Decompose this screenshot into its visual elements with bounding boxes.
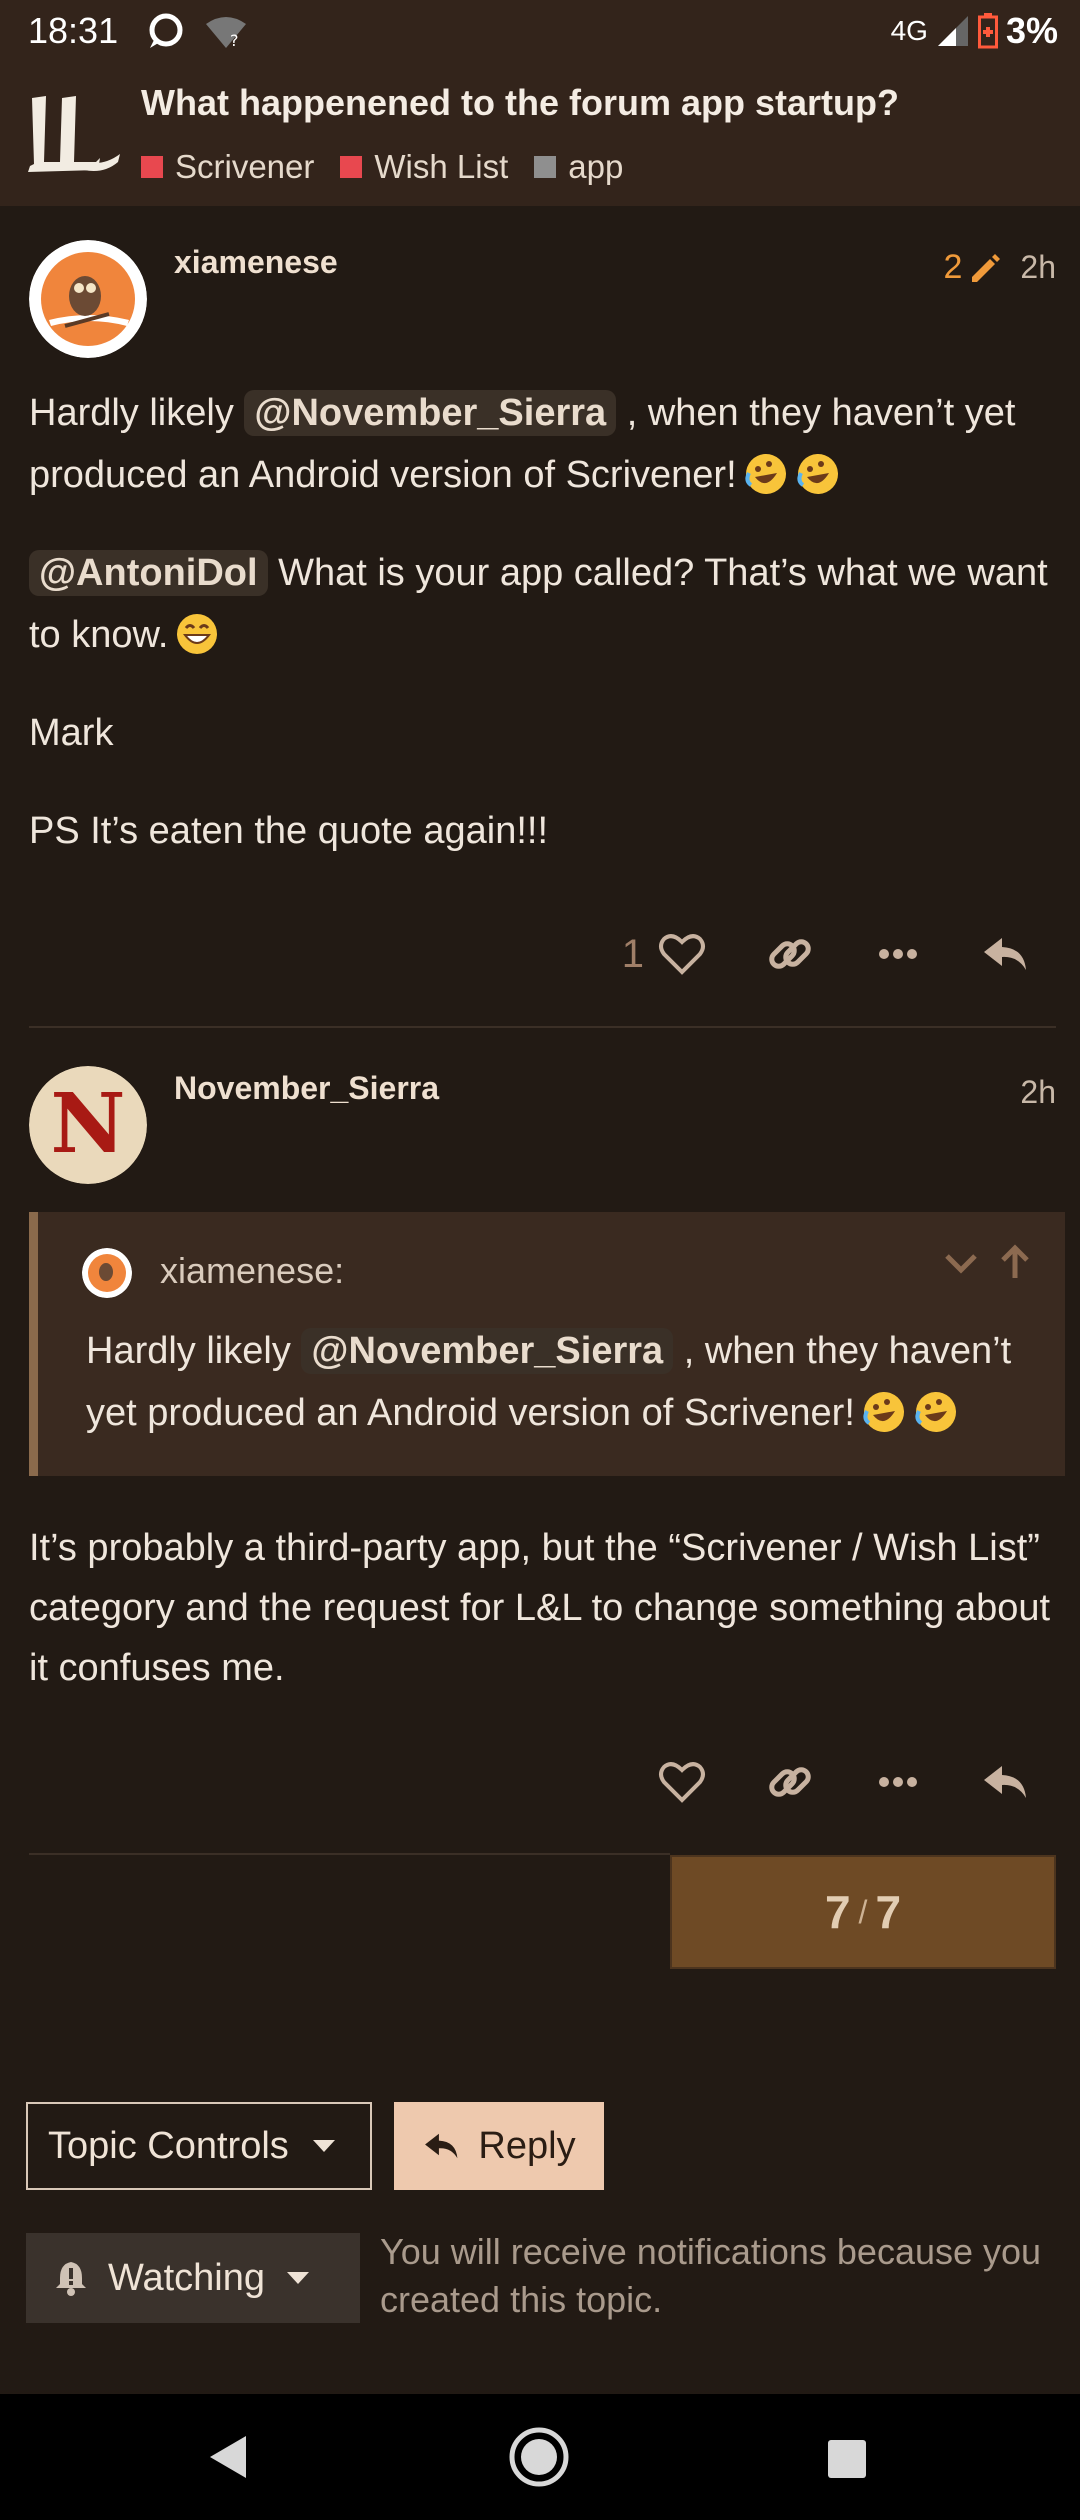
caret-down-icon (312, 2140, 335, 2152)
battery-percent: 3% (1005, 10, 1058, 51)
more-icon[interactable] (872, 1756, 924, 1808)
post-paragraph: @AntoniDol What is your app called? That… (29, 542, 1059, 666)
home-icon[interactable] (508, 2426, 570, 2488)
quote-username[interactable]: xiamenese: (160, 1250, 344, 1292)
rofl-emoji-icon (745, 454, 786, 494)
back-icon[interactable] (206, 2434, 250, 2480)
category-wish-list[interactable]: Wish List (340, 148, 508, 186)
post-username[interactable]: November_Sierra (174, 1070, 439, 1107)
tag-label: app (568, 148, 624, 185)
post-meta: 2 2h (943, 248, 1056, 287)
svg-text:?: ? (230, 31, 239, 50)
post-actions (656, 1756, 1032, 1808)
bell-alert-icon (56, 2262, 86, 2296)
network-type: 4G (890, 15, 928, 46)
category-color-swatch (340, 156, 363, 178)
progress-total: 7 (875, 1886, 902, 1938)
post-paragraph: PS It’s eaten the quote again!!! (29, 810, 549, 852)
site-logo[interactable] (24, 92, 124, 178)
mention-link[interactable]: @November_Sierra (301, 1328, 674, 1374)
wifi-unknown-icon: ? (206, 17, 246, 50)
text: Hardly likely (86, 1330, 302, 1372)
reply-label: Reply (478, 2124, 576, 2167)
recent-apps-icon[interactable] (826, 2438, 868, 2480)
post-xiamenese: xiamenese 2 2h Hardly likely @November_S… (0, 206, 1080, 1026)
topic-controls-button[interactable]: Topic Controls (26, 2102, 372, 2190)
category-color-swatch (141, 156, 163, 178)
status-bar: 18:31 ? 4G 3% (0, 0, 1080, 62)
avatar[interactable] (29, 240, 147, 358)
post-meta: 2h (1020, 1074, 1056, 1111)
post-body: Hardly likely @November_Sierra , when th… (29, 382, 1059, 898)
post-age[interactable]: 2h (1020, 1074, 1056, 1111)
tag-app[interactable]: app (534, 148, 623, 186)
grinning-emoji-icon (177, 614, 218, 654)
rofl-emoji-icon (915, 1392, 956, 1432)
signal-icon (937, 16, 968, 46)
text: Hardly likely (29, 392, 245, 434)
svg-text:N: N (51, 1076, 126, 1172)
category-scrivener[interactable]: Scrivener (141, 148, 314, 186)
post-paragraph: It’s probably a third-party app, but the… (29, 1527, 1051, 1689)
status-time: 18:31 (28, 10, 119, 51)
heart-icon[interactable] (656, 928, 708, 980)
watching-label: Watching (108, 2256, 265, 2299)
category-label: Scrivener (175, 148, 315, 185)
progress-separator: / (858, 1893, 868, 1930)
post-paragraph: Mark (29, 712, 114, 754)
chevron-down-icon[interactable] (941, 1242, 981, 1282)
mention-link[interactable]: @AntoniDol (29, 550, 268, 596)
post-actions: 1 (622, 928, 1032, 980)
mention-link[interactable]: @November_Sierra (244, 390, 617, 436)
chat-notification-icon (149, 13, 183, 48)
link-icon[interactable] (764, 928, 816, 980)
edit-history-button[interactable]: 2 (943, 248, 1002, 287)
caret-down-icon (287, 2272, 309, 2284)
quote-avatar[interactable] (82, 1248, 132, 1298)
avatar[interactable]: N (29, 1066, 147, 1184)
category-label: Wish List (374, 148, 509, 185)
post-divider (29, 1026, 1056, 1028)
edit-count: 2 (943, 248, 963, 286)
reply-button[interactable]: Reply (394, 2102, 604, 2190)
quote-controls (941, 1242, 1035, 1282)
link-icon[interactable] (764, 1756, 816, 1808)
system-nav-bar (0, 2394, 1080, 2520)
like-count[interactable]: 1 (622, 932, 644, 977)
tag-color-swatch (534, 156, 557, 178)
progress-current: 7 (824, 1886, 851, 1938)
rofl-emoji-icon (863, 1392, 904, 1432)
notification-reason-text: You will receive notifications because y… (380, 2231, 1042, 2320)
quote-block: xiamenese: Hardly likely @November_Sierr… (29, 1212, 1065, 1476)
notification-level-button[interactable]: Watching (26, 2233, 360, 2323)
status-right: 4G 3% (891, 10, 1058, 52)
topic-title[interactable]: What happenened to the forum app startup… (141, 82, 899, 124)
battery-low-icon (977, 13, 998, 49)
reply-icon (425, 2133, 458, 2159)
more-icon[interactable] (872, 928, 924, 980)
post-paragraph: Hardly likely @November_Sierra , when th… (29, 382, 1059, 506)
post-divider (29, 1853, 670, 1855)
topic-controls-label: Topic Controls (48, 2124, 289, 2167)
pencil-icon (972, 253, 1001, 282)
post-username[interactable]: xiamenese (174, 244, 338, 281)
topic-header: What happenened to the forum app startup… (0, 62, 1080, 206)
rofl-emoji-icon (797, 454, 838, 494)
heart-icon[interactable] (656, 1756, 708, 1808)
quote-text: Hardly likely @November_Sierra , when th… (86, 1320, 1046, 1444)
reply-icon[interactable] (980, 928, 1032, 980)
post-age[interactable]: 2h (1020, 249, 1056, 286)
post-body: It’s probably a third-party app, but the… (29, 1518, 1059, 1734)
reply-icon[interactable] (980, 1756, 1032, 1808)
category-breadcrumb: Scrivener Wish List app (141, 148, 623, 186)
arrow-up-icon[interactable] (995, 1242, 1035, 1282)
topic-progress[interactable]: 7 / 7 (670, 1855, 1056, 1969)
